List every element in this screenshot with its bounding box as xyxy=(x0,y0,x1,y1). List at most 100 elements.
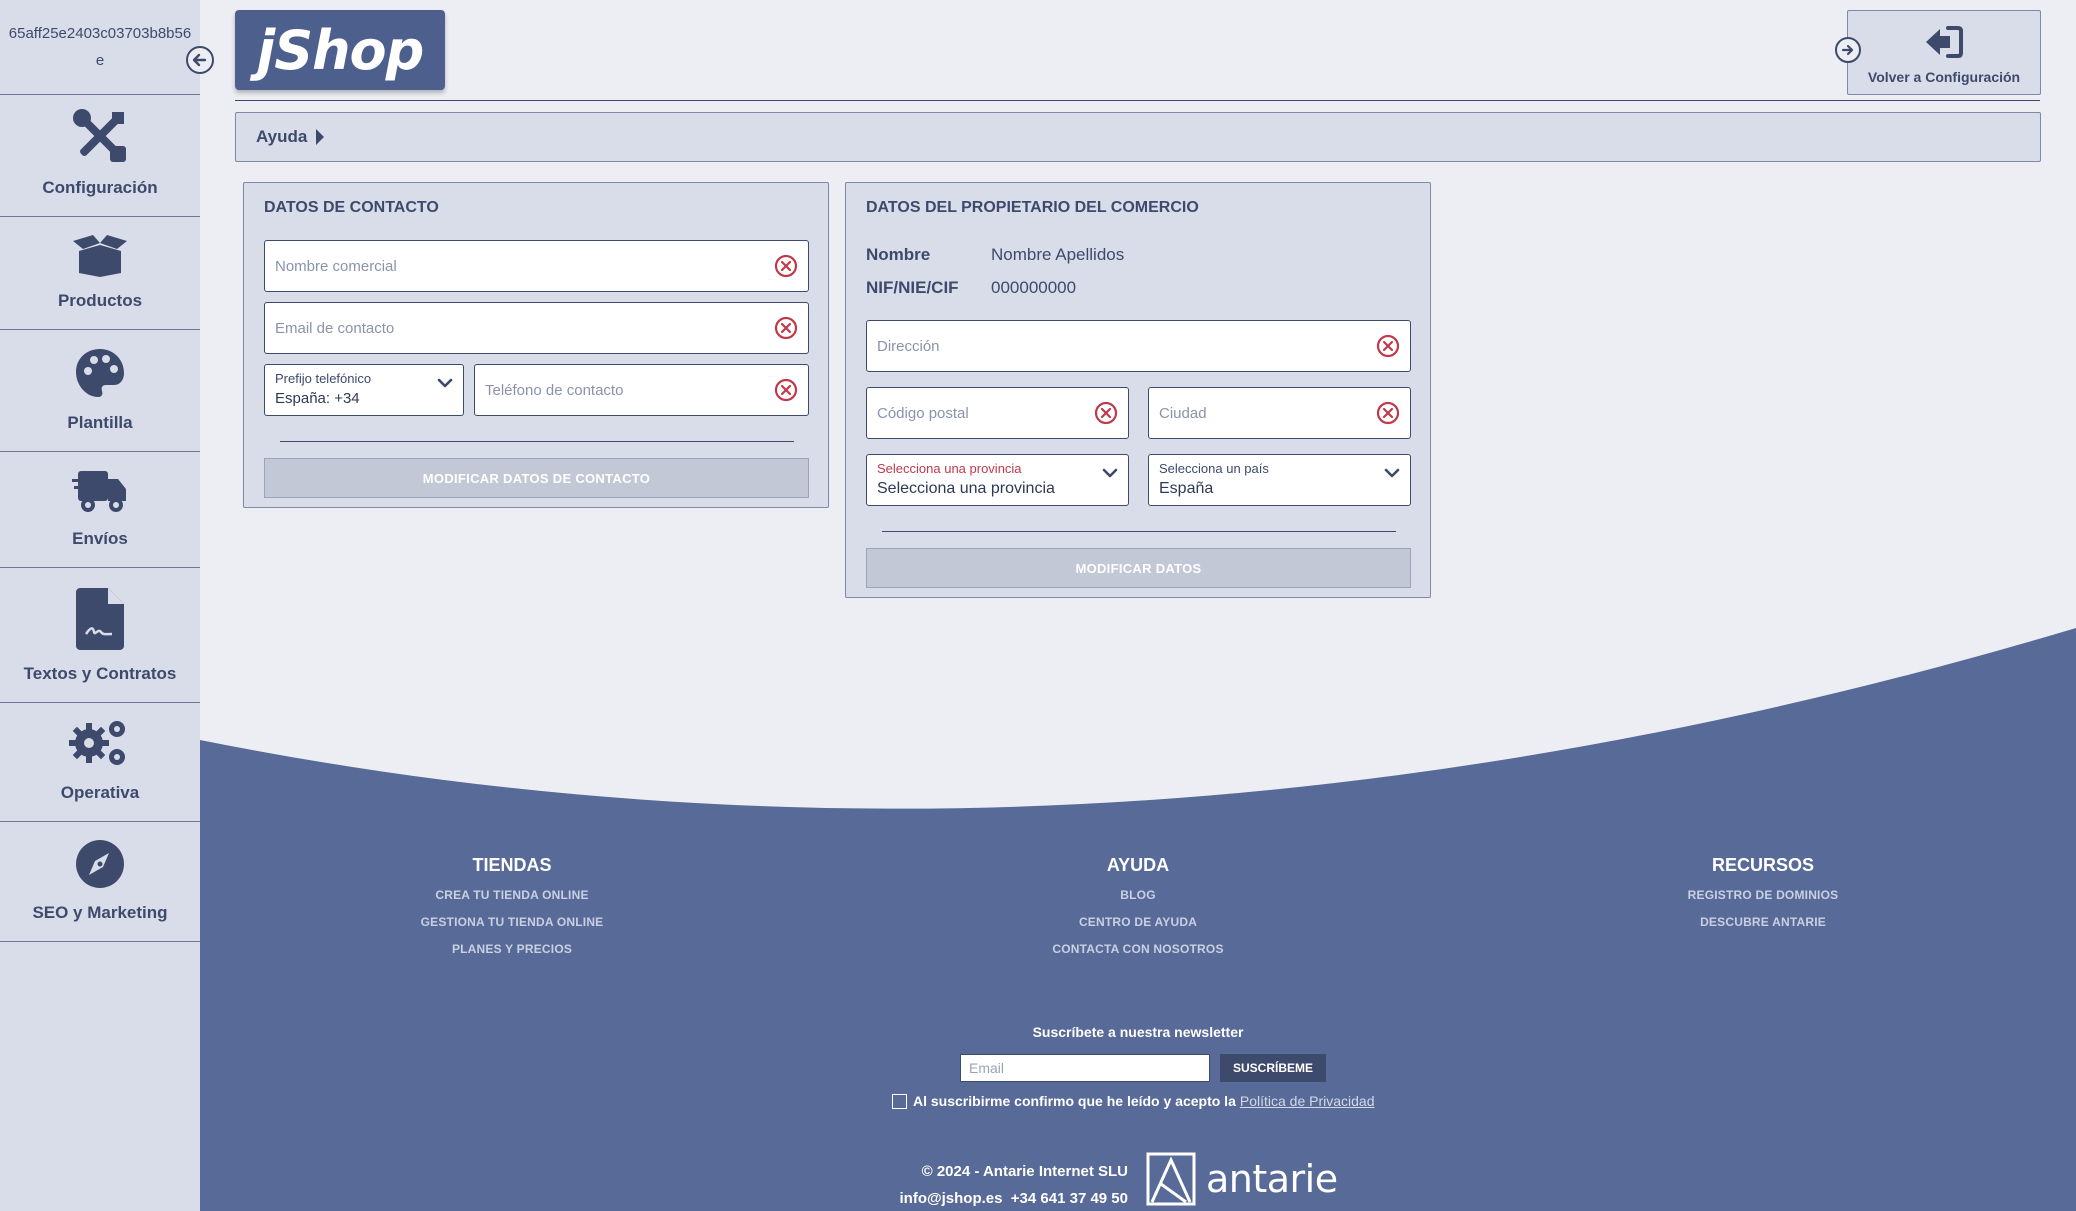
trade-name-input[interactable] xyxy=(265,241,808,291)
owner-panel-title: DATOS DEL PROPIETARIO DEL COMERCIO xyxy=(866,199,1199,216)
error-clear-icon[interactable] xyxy=(1376,334,1400,358)
sidebar-item-label: Textos y Contratos xyxy=(23,664,177,683)
chevron-down-icon xyxy=(1102,468,1118,478)
newsletter-email-field[interactable] xyxy=(960,1054,1210,1082)
footer-col-title: TIENDAS xyxy=(472,855,552,875)
newsletter-title: Suscríbete a nuestra newsletter xyxy=(1032,1024,1244,1040)
back-to-config-button[interactable]: Volver a Configuración xyxy=(1847,10,2041,95)
phone-prefix-value: España: +34 xyxy=(275,390,360,407)
privacy-policy-link[interactable]: Política de Privacidad xyxy=(1240,1093,1375,1109)
sidebar-item-productos[interactable]: Productos xyxy=(0,217,200,330)
owner-nif-value: 000000000 xyxy=(991,278,1077,297)
footer-col-title: RECURSOS xyxy=(1711,855,1814,875)
caret-right-icon xyxy=(316,129,325,145)
contact-phone-input[interactable] xyxy=(475,365,808,415)
arrow-right-icon xyxy=(1841,44,1854,56)
truck-icon xyxy=(72,471,126,512)
contact-phone-field[interactable] xyxy=(474,364,809,416)
sidebar-item-envios[interactable]: Envíos xyxy=(0,452,200,568)
error-clear-icon[interactable] xyxy=(774,316,798,340)
consent-checkbox[interactable] xyxy=(892,1093,907,1109)
help-bar[interactable]: Ayuda xyxy=(235,112,2041,162)
help-label: Ayuda xyxy=(256,127,308,146)
footer-col-recursos: RECURSOS REGISTRO DE DOMINIOS DESCUBRE A… xyxy=(1583,855,1943,936)
contact-email-field[interactable] xyxy=(264,302,809,354)
footer-col-ayuda: AYUDA BLOG CENTRO DE AYUDA CONTACTA CON … xyxy=(958,855,1318,963)
box-icon xyxy=(73,235,127,277)
sidebar-item-seo-marketing[interactable]: SEO y Marketing xyxy=(0,822,200,942)
postal-code-input[interactable] xyxy=(867,388,1128,438)
back-arrow-button[interactable] xyxy=(1835,37,1861,63)
store-id: 65aff25e2403c03703b8b56e xyxy=(0,0,200,95)
footer-link[interactable]: REGISTRO DE DOMINIOS xyxy=(1583,882,1943,909)
footer-link[interactable]: PLANES Y PRECIOS xyxy=(332,936,692,963)
antarie-logo[interactable]: antarie xyxy=(1146,1152,1338,1206)
chevron-down-icon xyxy=(437,378,453,388)
footer-link[interactable]: CREA TU TIENDA ONLINE xyxy=(332,882,692,909)
address-input[interactable] xyxy=(867,321,1410,371)
postal-code-field[interactable] xyxy=(866,387,1129,439)
antarie-mark-icon xyxy=(1146,1152,1196,1206)
jshop-logo[interactable]: jShop xyxy=(235,10,445,90)
modify-contact-button[interactable]: MODIFICAR DATOS DE CONTACTO xyxy=(264,458,809,498)
sidebar-item-label: Configuración xyxy=(42,178,158,197)
error-clear-icon[interactable] xyxy=(774,254,798,278)
owner-divider xyxy=(882,531,1396,532)
sidebar-item-label: Productos xyxy=(57,291,143,310)
sidebar-item-label: Operativa xyxy=(60,783,140,802)
collapse-sidebar-button[interactable] xyxy=(186,46,214,74)
palette-icon xyxy=(76,349,124,397)
footer-copyright: © 2024 - Antarie Internet SLU info@jshop… xyxy=(860,1158,1129,1211)
trade-name-field[interactable] xyxy=(264,240,809,292)
sidebar-item-plantilla[interactable]: Plantilla xyxy=(0,330,200,452)
footer-link[interactable]: BLOG xyxy=(958,882,1318,909)
newsletter-email-input[interactable] xyxy=(961,1055,1209,1081)
province-label: Selecciona una provincia xyxy=(877,461,1022,476)
city-field[interactable] xyxy=(1148,387,1411,439)
sign-in-arrow-icon xyxy=(1926,26,1963,58)
province-value: Selecciona una provincia xyxy=(877,480,1055,497)
footer-col-title: AYUDA xyxy=(1106,855,1170,875)
footer-col-tiendas: TIENDAS CREA TU TIENDA ONLINE GESTIONA T… xyxy=(332,855,692,963)
footer-link[interactable]: DESCUBRE ANTARIE xyxy=(1583,909,1943,936)
address-field[interactable] xyxy=(866,320,1411,372)
contact-email-input[interactable] xyxy=(265,303,808,353)
logo-text: jShop xyxy=(256,18,425,82)
owner-name-key: Nombre xyxy=(866,245,931,264)
sidebar-item-label: Envíos xyxy=(72,529,128,548)
country-value: España xyxy=(1159,480,1214,497)
header-divider xyxy=(235,100,2040,101)
footer-link[interactable]: CONTACTA CON NOSOTROS xyxy=(958,936,1318,963)
error-clear-icon[interactable] xyxy=(1376,401,1400,425)
sidebar-item-label: SEO y Marketing xyxy=(32,903,168,922)
country-select[interactable]: Selecciona un país España xyxy=(1148,454,1411,506)
sidebar-item-configuracion[interactable]: Configuración xyxy=(0,95,200,217)
contact-panel-title: DATOS DE CONTACTO xyxy=(264,199,439,216)
sidebar-item-operativa[interactable]: Operativa xyxy=(0,703,200,822)
phone-prefix-label: Prefijo telefónico xyxy=(275,371,372,386)
antarie-wordmark: antarie xyxy=(1206,1157,1338,1201)
city-input[interactable] xyxy=(1149,388,1410,438)
newsletter-subscribe-button[interactable]: SUSCRÍBEME xyxy=(1220,1054,1326,1082)
owner-name-value: Nombre Apellidos xyxy=(991,245,1125,264)
province-select[interactable]: Selecciona una provincia Selecciona una … xyxy=(866,454,1129,506)
contact-line: info@jshop.es +34 641 37 49 50 xyxy=(899,1190,1129,1207)
owner-name-row: Nombre Nombre Apellidos xyxy=(866,245,1124,265)
sidebar: 65aff25e2403c03703b8b56e Configuración P… xyxy=(0,0,200,1211)
tools-icon xyxy=(73,109,126,162)
error-clear-icon[interactable] xyxy=(774,378,798,402)
newsletter-consent: Al suscribirme confirmo que he leído y a… xyxy=(892,1093,1375,1109)
contact-panel: DATOS DE CONTACTO Prefijo telefónico Esp… xyxy=(243,182,829,508)
modify-owner-button[interactable]: MODIFICAR DATOS xyxy=(866,548,1411,588)
chevron-down-icon xyxy=(1384,468,1400,478)
footer-link[interactable]: GESTIONA TU TIENDA ONLINE xyxy=(332,909,692,936)
owner-nif-row: NIF/NIE/CIF 000000000 xyxy=(866,278,1076,298)
footer-link[interactable]: CENTRO DE AYUDA xyxy=(958,909,1318,936)
sidebar-item-label: Plantilla xyxy=(67,413,133,432)
error-clear-icon[interactable] xyxy=(1094,401,1118,425)
phone-prefix-select[interactable]: Prefijo telefónico España: +34 xyxy=(264,364,464,416)
gears-icon xyxy=(69,721,125,765)
sidebar-item-textos-contratos[interactable]: Textos y Contratos xyxy=(0,568,200,703)
compass-icon xyxy=(76,840,124,888)
consent-text: Al suscribirme confirmo que he leído y a… xyxy=(913,1093,1236,1109)
